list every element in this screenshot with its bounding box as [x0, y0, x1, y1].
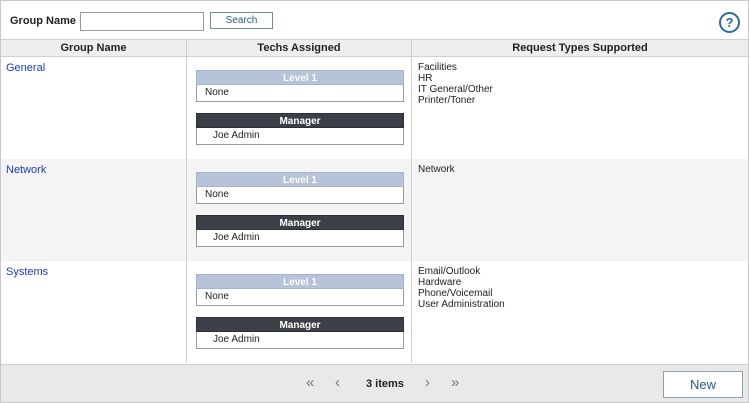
search-button[interactable]: Search — [210, 12, 273, 29]
techs-assigned-cell: Level 1 None Manager Joe Admin — [186, 57, 411, 159]
request-type: Phone/Voicemail — [418, 288, 493, 299]
group-link-systems[interactable]: Systems — [6, 266, 48, 278]
request-type: Network — [418, 164, 455, 175]
request-types-cell: Network — [411, 159, 748, 261]
previous-page-icon[interactable]: ‹ — [335, 375, 340, 391]
request-type: Email/Outlook — [418, 266, 481, 277]
group-link-network[interactable]: Network — [6, 164, 46, 176]
table-row: General Level 1 None Manager Joe Admin F… — [1, 57, 748, 159]
column-header-request-types[interactable]: Request Types Supported — [411, 40, 748, 57]
group-link-general[interactable]: General — [6, 62, 45, 74]
request-types-list: Email/Outlook Hardware Phone/Voicemail U… — [418, 266, 505, 310]
search-bar: Group Name Search ? — [1, 1, 748, 39]
group-name-cell: Systems — [1, 261, 186, 363]
table-row: Network Level 1 None Manager Joe Admin N… — [1, 159, 748, 261]
manager-header: Manager — [196, 317, 404, 332]
request-type: IT General/Other — [418, 84, 493, 95]
request-type: Printer/Toner — [418, 95, 476, 106]
column-header-group-name[interactable]: Group Name — [1, 40, 186, 57]
level-1-value: None — [196, 85, 404, 102]
group-list-panel: Group Name Search ? Group Name Techs Ass… — [0, 0, 749, 403]
request-types-list: Facilities HR IT General/Other Printer/T… — [418, 62, 493, 106]
request-type: Facilities — [418, 62, 457, 73]
techs-assigned-cell: Level 1 None Manager Joe Admin — [186, 159, 411, 261]
table-row: Systems Level 1 None Manager Joe Admin E… — [1, 261, 748, 363]
techs-assigned-cell: Level 1 None Manager Joe Admin — [186, 261, 411, 363]
group-name-cell: Network — [1, 159, 186, 261]
manager-header: Manager — [196, 215, 404, 230]
level-1-value: None — [196, 289, 404, 306]
level-1-header: Level 1 — [196, 274, 404, 289]
pagination-footer: « ‹ 3 items › » New — [1, 364, 748, 402]
next-page-icon[interactable]: › — [425, 375, 430, 391]
group-name-input[interactable] — [80, 12, 204, 31]
level-1-value: None — [196, 187, 404, 204]
manager-value: Joe Admin — [196, 230, 404, 247]
manager-value: Joe Admin — [196, 332, 404, 349]
request-type: Hardware — [418, 277, 462, 288]
manager-header: Manager — [196, 113, 404, 128]
request-types-cell: Email/Outlook Hardware Phone/Voicemail U… — [411, 261, 748, 363]
manager-value: Joe Admin — [196, 128, 404, 145]
table-header: Group Name Techs Assigned Request Types … — [1, 39, 748, 57]
level-1-header: Level 1 — [196, 172, 404, 187]
last-page-icon[interactable]: » — [451, 375, 459, 391]
group-name-cell: General — [1, 57, 186, 159]
request-type: User Administration — [418, 299, 505, 310]
item-count: 3 items — [366, 378, 404, 390]
first-page-icon[interactable]: « — [306, 375, 314, 391]
column-header-techs-assigned[interactable]: Techs Assigned — [186, 40, 411, 57]
request-types-cell: Facilities HR IT General/Other Printer/T… — [411, 57, 748, 159]
help-icon[interactable]: ? — [719, 12, 740, 33]
group-name-label: Group Name — [10, 15, 77, 27]
request-type: HR — [418, 73, 433, 84]
level-1-header: Level 1 — [196, 70, 404, 85]
request-types-list: Network — [418, 164, 455, 175]
new-button[interactable]: New — [663, 371, 743, 398]
